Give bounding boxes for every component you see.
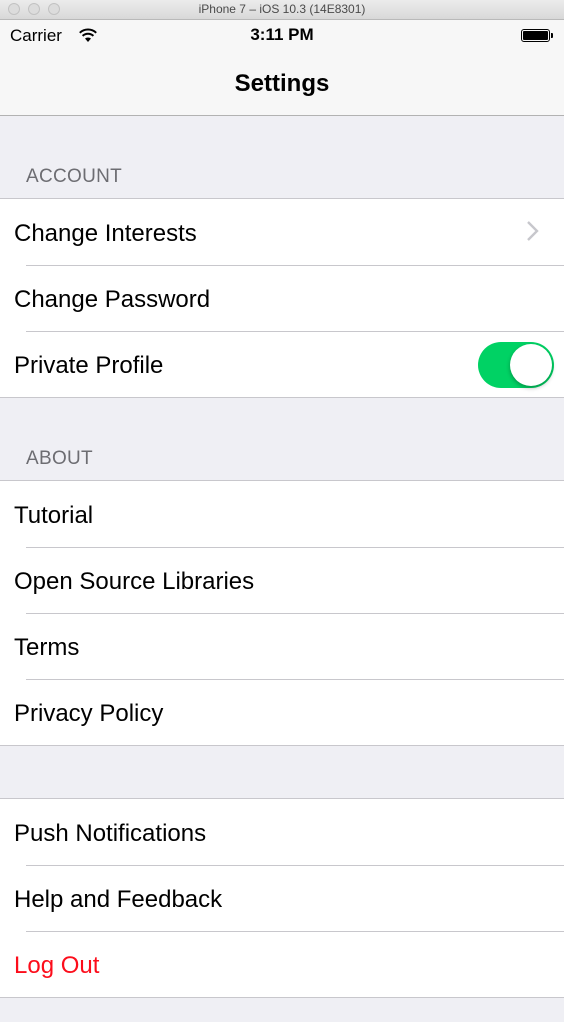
change-interests-row[interactable]: Change Interests [0,199,564,265]
tutorial-row[interactable]: Tutorial [0,481,564,547]
simulator-title-bar: iPhone 7 – iOS 10.3 (14E8301) [0,0,564,20]
section-header-about: ABOUT [26,448,93,469]
page-title: Settings [234,70,330,97]
phone-screen: Carrier 3:11 PM Settings ACCOUNT Change … [0,20,564,1022]
about-group: Tutorial Open Source Libraries Terms Pri… [0,480,564,746]
change-interests-label: Change Interests [14,220,197,247]
navigation-bar: Settings [0,50,564,116]
private-profile-label: Private Profile [14,352,164,379]
log-out-label: Log Out [14,952,100,979]
change-password-row[interactable]: Change Password [0,265,564,331]
open-source-libraries-row[interactable]: Open Source Libraries [0,547,564,613]
other-group: Push Notifications Help and Feedback Log… [0,798,564,998]
toggle-knob [510,344,552,386]
tutorial-label: Tutorial [14,502,94,529]
change-password-label: Change Password [14,286,211,313]
privacy-policy-row[interactable]: Privacy Policy [0,679,564,745]
log-out-row[interactable]: Log Out [0,931,564,997]
push-notifications-row[interactable]: Push Notifications [0,799,564,865]
account-group: Change Interests Change Password Private… [0,198,564,398]
battery-icon [521,29,553,42]
section-header-account: ACCOUNT [26,166,123,187]
private-profile-row: Private Profile [0,331,564,397]
push-notifications-label: Push Notifications [14,820,207,847]
private-profile-toggle[interactable] [478,342,554,388]
terms-label: Terms [14,634,80,661]
terms-row[interactable]: Terms [0,613,564,679]
chevron-right-icon [527,221,539,241]
privacy-policy-label: Privacy Policy [14,700,164,727]
help-and-feedback-row[interactable]: Help and Feedback [0,865,564,931]
open-source-libraries-label: Open Source Libraries [14,568,255,595]
status-bar: Carrier 3:11 PM [0,20,564,50]
window-title: iPhone 7 – iOS 10.3 (14E8301) [198,2,366,16]
help-and-feedback-label: Help and Feedback [14,886,223,913]
status-time: 3:11 PM [250,25,314,44]
